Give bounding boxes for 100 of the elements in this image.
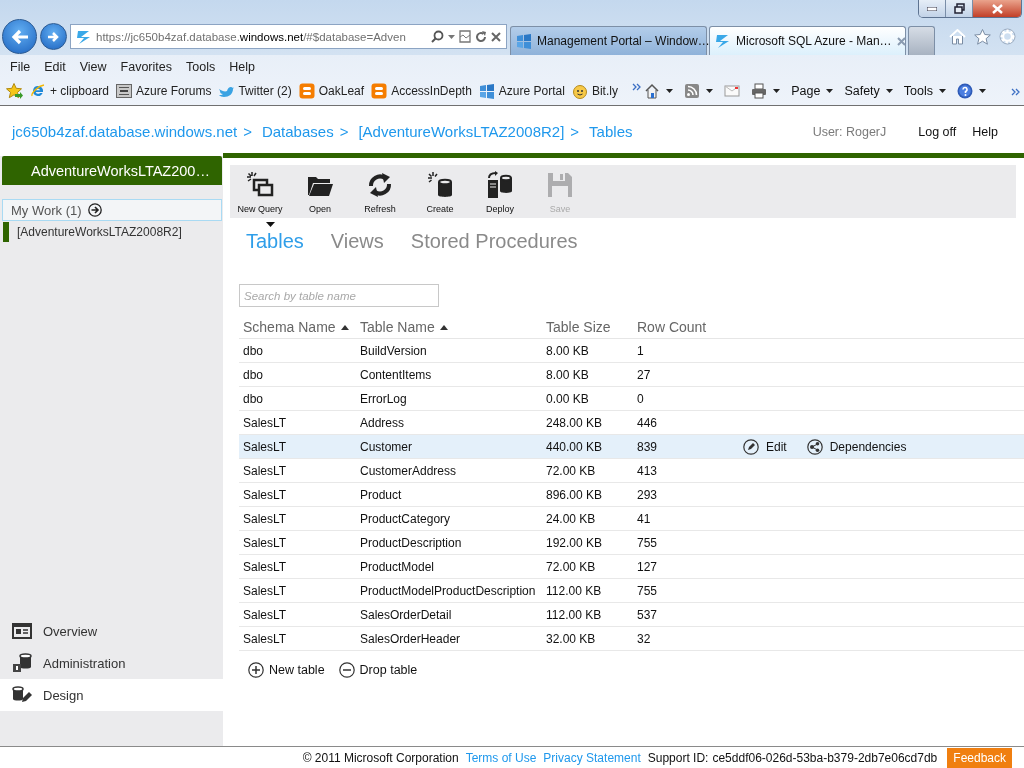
caret-icon xyxy=(979,89,986,93)
lightning-icon xyxy=(76,28,92,45)
chevron-icon[interactable] xyxy=(631,83,641,91)
search-icon xyxy=(431,30,444,43)
menu-button[interactable]: Tools xyxy=(903,84,946,98)
table-cell-text: dbo xyxy=(242,391,265,406)
server-database-icon xyxy=(486,171,514,199)
forward-button[interactable] xyxy=(40,23,67,50)
table-cell-text: dbo xyxy=(242,343,265,358)
smiley-face-icon xyxy=(571,83,588,99)
favorite-link[interactable]: Twitter (2) xyxy=(218,83,292,99)
caret-icon xyxy=(885,89,893,93)
lightning-icon xyxy=(715,33,731,49)
print-button[interactable] xyxy=(751,83,781,99)
toolbar-button[interactable]: Refresh xyxy=(350,165,410,228)
table-action-link[interactable]: New table xyxy=(248,662,325,678)
table-action-link[interactable]: Drop table xyxy=(338,662,418,678)
column-header[interactable]: Table Name xyxy=(356,319,542,335)
menu-item[interactable]: Favorites xyxy=(113,59,179,74)
search-field[interactable]: Search by table name xyxy=(239,284,439,307)
table-row[interactable]: SalesLT Product 896.00 KB 293 xyxy=(239,483,1024,507)
toolbar-button[interactable]: Open xyxy=(290,165,350,228)
menu-item[interactable]: File xyxy=(3,59,38,74)
header-link[interactable]: Help xyxy=(972,124,998,139)
home-icon[interactable] xyxy=(949,28,966,45)
new-tab-button[interactable] xyxy=(908,26,935,55)
column-header[interactable]: Table Size xyxy=(542,319,633,335)
view-tab[interactable]: Views xyxy=(330,229,384,253)
arrow-circle-icon xyxy=(87,203,102,217)
feeds-button[interactable] xyxy=(684,83,714,99)
table-row[interactable]: SalesLT SalesOrderDetail 112.00 KB 537 xyxy=(239,603,1024,627)
mail-button[interactable] xyxy=(724,83,741,99)
rounded-tile-icon xyxy=(371,83,388,99)
browser-tab[interactable]: Management Portal – Window… xyxy=(510,26,707,55)
database-tile-icon xyxy=(12,653,32,673)
chevron-icon[interactable] xyxy=(1011,88,1020,96)
caret-icon[interactable] xyxy=(265,222,275,227)
work-item[interactable]: [AdventureWorksLTAZ2008R2] xyxy=(3,222,223,242)
table-row[interactable]: dbo ErrorLog 0.00 KB 0 xyxy=(239,387,1024,411)
table-row[interactable]: SalesLT CustomerAddress 72.00 KB 413 xyxy=(239,459,1024,483)
menu-button[interactable]: Page xyxy=(791,84,834,98)
table-row[interactable]: SalesLT SalesOrderHeader 32.00 KB 32 xyxy=(239,627,1024,651)
table-row[interactable]: SalesLT ProductModelProductDescription 112.00 KB 755 xyxy=(239,579,1024,603)
tile-icon xyxy=(116,83,133,99)
favorite-link[interactable]: + clipboard xyxy=(30,83,110,99)
favorite-link[interactable]: AccessInDepth xyxy=(371,83,472,99)
table-row[interactable]: dbo BuildVersion 8.00 KB 1 xyxy=(239,339,1024,363)
close-window-button[interactable] xyxy=(973,0,1021,17)
restore-button[interactable] xyxy=(946,0,973,17)
support-id: ce5ddf06-026d-53ba-b379-2db7e06cd7db xyxy=(712,750,938,765)
star-arrow-icon[interactable] xyxy=(6,83,23,99)
table-cell-text: ContentItems xyxy=(359,367,433,382)
my-work-header[interactable]: My Work (1) xyxy=(2,199,222,221)
windows-flag-icon xyxy=(516,33,532,49)
menu-button[interactable]: Safety xyxy=(844,84,893,98)
table-cell-text: SalesLT xyxy=(242,583,288,598)
close-tab-icon[interactable] xyxy=(896,36,906,46)
favorite-link[interactable]: OakLeaf xyxy=(298,83,365,99)
favorite-link[interactable]: Azure Forums xyxy=(116,83,212,99)
nodes-icon xyxy=(806,438,823,455)
toolbar-button[interactable]: Deploy xyxy=(470,165,530,228)
table-cell-text: 839 xyxy=(636,439,659,454)
table-row[interactable]: dbo ContentItems 8.00 KB 27 xyxy=(239,363,1024,387)
star-icon[interactable] xyxy=(974,28,991,45)
copyright-text: © 2011 Microsoft Corporation xyxy=(302,750,459,765)
printer-icon xyxy=(751,83,768,99)
table-row[interactable]: SalesLT ProductDescription 192.00 KB 755 xyxy=(239,531,1024,555)
help-button[interactable] xyxy=(957,83,986,99)
minimize-icon xyxy=(927,6,937,11)
table-row[interactable]: SalesLT ProductModel 72.00 KB 127 xyxy=(239,555,1024,579)
row-action-link[interactable]: Edit xyxy=(743,438,787,455)
menu-item[interactable]: Help xyxy=(222,59,262,74)
home-button[interactable] xyxy=(644,83,674,99)
column-header[interactable]: Schema Name xyxy=(239,319,356,335)
column-header[interactable]: Row Count xyxy=(633,319,743,335)
menu-item[interactable]: View xyxy=(72,59,114,74)
favorite-link[interactable]: Bit.ly xyxy=(571,83,618,99)
favorite-link[interactable]: Azure Portal xyxy=(478,83,565,99)
table-cell-text: 127 xyxy=(636,559,659,574)
toolbar-button[interactable]: Create xyxy=(410,165,470,228)
table-row[interactable]: SalesLT Customer 440.00 KB 839 Edit Dependencies xyxy=(239,435,1024,459)
back-button[interactable] xyxy=(2,19,37,54)
broken-page-icon xyxy=(459,30,471,43)
nav-item[interactable]: Design xyxy=(0,679,223,711)
menu-item[interactable]: Edit xyxy=(37,59,73,74)
browser-tab[interactable]: Microsoft SQL Azure - Man… xyxy=(709,26,906,55)
table-cell-text: SalesLT xyxy=(242,535,288,550)
table-row[interactable]: SalesLT ProductCategory 24.00 KB 41 xyxy=(239,507,1024,531)
address-field[interactable]: https://jc650b4zaf.database.windows.net/#$database=Adven xyxy=(70,24,507,49)
table-cell-text: SalesLT xyxy=(242,487,288,502)
feed-icon xyxy=(684,83,701,99)
header-link[interactable]: Log off xyxy=(918,124,957,139)
row-action-link[interactable]: Dependencies xyxy=(806,438,907,455)
toolbar-button[interactable]: New Query xyxy=(230,165,290,228)
table-cell-text: 32 xyxy=(636,631,652,646)
menu-item[interactable]: Tools xyxy=(179,59,223,74)
breadcrumb-separator: > xyxy=(338,123,350,140)
nav-item[interactable]: Overview xyxy=(0,615,223,647)
nav-item[interactable]: Administration xyxy=(0,647,223,679)
table-cell-text: 0 xyxy=(636,391,645,406)
